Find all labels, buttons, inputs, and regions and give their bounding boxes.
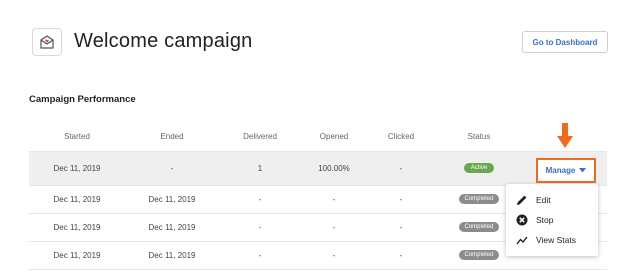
trend-line-icon (516, 234, 528, 246)
table-header: Started Ended Delivered Opened Clicked S… (29, 121, 607, 152)
column-header-status: Status (467, 132, 491, 141)
stop-circle-icon (516, 214, 528, 226)
cell-clicked: - (399, 164, 403, 173)
status-badge: Completed (459, 194, 499, 204)
arrow-down-icon (557, 123, 573, 148)
cell-clicked: - (399, 223, 403, 232)
cell-started: Dec 11, 2019 (53, 164, 101, 173)
cell-opened: - (332, 223, 336, 232)
section-title: Campaign Performance (29, 94, 136, 105)
manage-menu: Edit Stop View Stats (506, 184, 598, 256)
cell-ended: - (170, 164, 174, 173)
menu-item-edit[interactable]: Edit (516, 192, 551, 208)
cell-ended: Dec 11, 2019 (148, 251, 196, 260)
column-header-ended: Ended (160, 132, 184, 141)
status-badge: Completed (459, 250, 499, 260)
cell-started: Dec 11, 2019 (53, 223, 101, 232)
pencil-icon (516, 194, 528, 206)
cell-delivered: 1 (257, 164, 263, 173)
menu-item-stop[interactable]: Stop (516, 212, 554, 228)
menu-item-label: View Stats (536, 235, 577, 245)
column-header-delivered: Delivered (243, 132, 277, 141)
cell-clicked: - (399, 195, 403, 204)
campaign-icon (32, 28, 62, 56)
cell-opened: - (332, 251, 336, 260)
menu-item-label: Stop (536, 215, 554, 225)
cell-clicked: - (399, 251, 403, 260)
go-to-dashboard-button[interactable]: Go to Dashboard (522, 31, 608, 53)
status-badge: Completed (459, 222, 499, 232)
cell-delivered: - (258, 251, 262, 260)
table-row: Dec 11, 2019 - 1 100.00% - Active (29, 152, 607, 186)
status-badge: Active (464, 163, 494, 173)
manage-button[interactable]: Manage (536, 158, 596, 183)
cell-opened: - (332, 195, 336, 204)
cell-ended: Dec 11, 2019 (148, 195, 196, 204)
menu-item-label: Edit (536, 195, 551, 205)
cell-ended: Dec 11, 2019 (148, 223, 196, 232)
column-header-opened: Opened (319, 132, 349, 141)
cell-started: Dec 11, 2019 (53, 251, 101, 260)
column-header-clicked: Clicked (387, 132, 415, 141)
cell-opened: 100.00% (318, 164, 350, 173)
cell-delivered: - (258, 223, 262, 232)
page-title: Welcome campaign (74, 30, 253, 52)
cell-delivered: - (258, 195, 262, 204)
cell-started: Dec 11, 2019 (53, 195, 101, 204)
column-header-started: Started (64, 132, 90, 141)
manage-label: Manage (545, 166, 576, 175)
chevron-down-icon (579, 168, 587, 173)
menu-item-view-stats[interactable]: View Stats (516, 232, 576, 248)
